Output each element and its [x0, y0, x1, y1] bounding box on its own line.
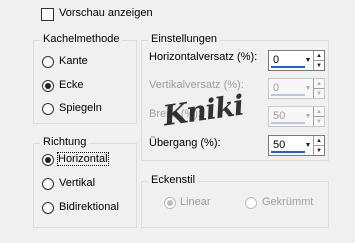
- horizontalversatz-slider-indicator: [271, 66, 305, 68]
- eckenstil-title: Eckenstil: [148, 174, 199, 186]
- radio-kante[interactable]: [42, 56, 54, 68]
- horizontalversatz-spinner[interactable]: 0 ▼ ▲ ▼: [268, 50, 325, 71]
- spin-down-icon[interactable]: ▼: [314, 116, 324, 126]
- spin-up-icon[interactable]: ▲: [314, 107, 324, 116]
- radio-vertikal-label[interactable]: Vertikal: [59, 177, 95, 189]
- radio-vertikal[interactable]: [42, 178, 54, 190]
- radio-bidirektional-label[interactable]: Bidirektional: [59, 201, 119, 213]
- spin-up-icon[interactable]: ▲: [314, 136, 324, 145]
- vertikalversatz-spinner[interactable]: 0 ▼ ▲ ▼: [268, 78, 325, 99]
- vertikalversatz-value[interactable]: 0: [273, 82, 279, 94]
- radio-horizontal-label[interactable]: Horizontal: [57, 152, 109, 166]
- spin-up-icon[interactable]: ▲: [314, 51, 324, 60]
- vertikalversatz-stepper[interactable]: ▲ ▼: [313, 79, 324, 98]
- horizontalversatz-dropdown-icon[interactable]: ▼: [303, 51, 313, 70]
- radio-linear-label[interactable]: Linear: [180, 196, 211, 208]
- radio-spiegeln[interactable]: [42, 103, 54, 115]
- radio-linear[interactable]: [164, 197, 176, 209]
- radio-kante-label[interactable]: Kante: [59, 55, 88, 67]
- horizontalversatz-label: Horizontalversatz (%):: [149, 51, 258, 63]
- spin-down-icon[interactable]: ▼: [314, 145, 324, 155]
- radio-spiegeln-label[interactable]: Spiegeln: [59, 102, 102, 114]
- breite-stepper[interactable]: ▲ ▼: [313, 107, 324, 126]
- radio-bidirektional[interactable]: [42, 202, 54, 214]
- breite-dropdown-icon[interactable]: ▼: [303, 107, 313, 126]
- vertikalversatz-slider-indicator: [271, 94, 305, 96]
- spin-up-icon[interactable]: ▲: [314, 79, 324, 88]
- preview-label[interactable]: Vorschau anzeigen: [59, 7, 153, 19]
- uebergang-label: Übergang (%):: [149, 137, 221, 149]
- radio-ecke-label[interactable]: Ecke: [59, 79, 83, 91]
- uebergang-stepper[interactable]: ▲ ▼: [313, 136, 324, 155]
- radio-gekruemmt[interactable]: [245, 197, 257, 209]
- spin-down-icon[interactable]: ▼: [314, 88, 324, 98]
- uebergang-value[interactable]: 50: [273, 139, 285, 151]
- breite-value[interactable]: 50: [273, 110, 285, 122]
- spin-down-icon[interactable]: ▼: [314, 60, 324, 70]
- preview-checkbox[interactable]: [41, 8, 54, 21]
- richtung-title: Richtung: [40, 136, 90, 148]
- breite-slider-indicator: [271, 122, 305, 124]
- kachelmethode-title: Kachelmethode: [40, 33, 123, 45]
- uebergang-dropdown-icon[interactable]: ▼: [303, 136, 313, 155]
- radio-gekruemmt-label[interactable]: Gekrümmt: [262, 196, 313, 208]
- breite-spinner[interactable]: 50 ▼ ▲ ▼: [268, 106, 325, 127]
- uebergang-spinner[interactable]: 50 ▼ ▲ ▼: [268, 135, 325, 156]
- radio-horizontal[interactable]: [42, 154, 54, 166]
- horizontalversatz-value[interactable]: 0: [273, 54, 279, 66]
- radio-ecke[interactable]: [42, 80, 54, 92]
- einstellungen-title: Einstellungen: [148, 33, 221, 45]
- horizontalversatz-stepper[interactable]: ▲ ▼: [313, 51, 324, 70]
- uebergang-slider-indicator: [271, 151, 305, 153]
- vertikalversatz-dropdown-icon[interactable]: ▼: [303, 79, 313, 98]
